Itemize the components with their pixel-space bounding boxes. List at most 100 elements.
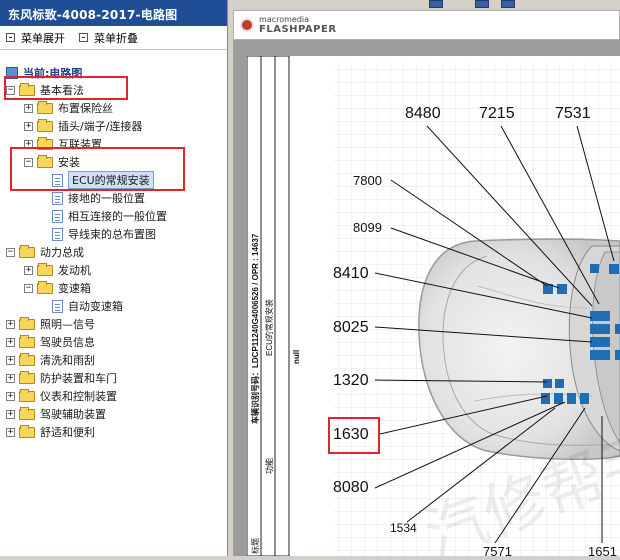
- tree-item-label: 安装: [58, 156, 80, 169]
- expand-toggle-icon[interactable]: +: [6, 355, 15, 365]
- null-text: null: [292, 350, 301, 364]
- tree-item-lighting[interactable]: + 照明—信号: [6, 315, 95, 333]
- expand-toggle-icon[interactable]: +: [6, 427, 15, 437]
- folder-icon: [19, 370, 35, 384]
- tree-item-engine[interactable]: + 发动机: [24, 261, 91, 279]
- document-icon: [52, 191, 63, 205]
- tree-item-label: 布置保险丝: [58, 102, 113, 115]
- ecu-module: [590, 324, 610, 334]
- ecu-module: [615, 350, 620, 360]
- tree-item-label: 相互连接的一般位置: [68, 210, 167, 223]
- expand-toggle-icon[interactable]: +: [6, 337, 15, 347]
- expand-toggle-icon[interactable]: +: [24, 265, 33, 275]
- tree-item-mutual[interactable]: 相互连接的一般位置: [52, 207, 167, 225]
- tree-item-install[interactable]: − 安装: [24, 153, 80, 171]
- tree-item-autogearbox[interactable]: 自动变速箱: [52, 297, 123, 315]
- collapse-toggle-icon[interactable]: −: [6, 247, 15, 257]
- ecu-module: [557, 284, 567, 294]
- tree-item-label: 发动机: [58, 264, 91, 277]
- expand-toggle-icon[interactable]: +: [24, 103, 33, 113]
- tree-item-connectors[interactable]: + 插头/端子/连接器: [24, 117, 142, 135]
- expand-toggle-icon[interactable]: +: [24, 121, 33, 131]
- ecu-module: [554, 393, 563, 404]
- expand-toggle-icon[interactable]: +: [6, 373, 15, 383]
- diagram-root-icon: [6, 67, 18, 79]
- folder-icon: [37, 118, 53, 132]
- page-icon[interactable]: [429, 0, 443, 8]
- tree-item-label: 自动变速箱: [68, 300, 123, 313]
- label-1651: 1651: [588, 544, 617, 556]
- tree-item-label: 插头/端子/连接器: [58, 120, 143, 133]
- title-bottom: 标题: [250, 538, 260, 554]
- collapse-menu-label: 菜单折叠: [94, 31, 138, 45]
- ecu-module: [567, 393, 576, 404]
- label-1534: 1534: [390, 521, 417, 535]
- tree-item-protect[interactable]: + 防护装置和车门: [6, 369, 117, 387]
- expand-toggle-icon[interactable]: +: [6, 409, 15, 419]
- tree-item-powertrain[interactable]: − 动力总成: [6, 243, 84, 261]
- ecu-module: [590, 264, 599, 273]
- tree-item-fuse[interactable]: + 布置保险丝: [24, 99, 113, 117]
- tree-item-basic[interactable]: − 基本看法: [6, 81, 84, 99]
- collapse-toggle-icon[interactable]: −: [24, 157, 33, 167]
- tree-item-comfort[interactable]: + 舒适和便利: [6, 423, 95, 441]
- label-8025: 8025: [333, 319, 369, 336]
- fit-icon[interactable]: [475, 0, 489, 8]
- ecu-module: [541, 393, 550, 404]
- tree-item-assist[interactable]: + 驾驶辅助装置: [6, 405, 106, 423]
- expand-icon: [6, 33, 15, 42]
- tree-item-label: 变速箱: [58, 282, 91, 295]
- expand-toggle-icon[interactable]: +: [6, 391, 15, 401]
- tree-item-label: 驾驶辅助装置: [40, 408, 106, 421]
- expand-toggle-icon[interactable]: +: [6, 319, 15, 329]
- document-icon: [52, 209, 63, 223]
- ecu-module: [580, 393, 589, 404]
- tree-item-ground[interactable]: 接地的一般位置: [52, 189, 145, 207]
- folder-open-icon: [19, 82, 35, 96]
- diagram-page: 车辆识别号码：LDCP11240G4006526 / OPR : 14637 功…: [246, 55, 620, 560]
- tree-item-label: 驾驶员信息: [40, 336, 95, 349]
- tree-item-label: 接地的一般位置: [68, 192, 145, 205]
- label-1630: 1630: [333, 426, 369, 443]
- label-7215: 7215: [479, 105, 515, 122]
- folder-icon: [37, 262, 53, 276]
- document-area[interactable]: 车辆识别号码：LDCP11240G4006526 / OPR : 14637 功…: [233, 40, 620, 560]
- tree-item-ecu[interactable]: ECU的常规安装: [52, 171, 154, 189]
- tree-item-wiring[interactable]: 导线束的总布置图: [52, 225, 156, 243]
- collapse-toggle-icon[interactable]: −: [24, 283, 33, 293]
- folder-icon: [19, 424, 35, 438]
- ecu-module: [609, 264, 619, 274]
- viewer-toolbar: [229, 0, 620, 9]
- expand-menu-button[interactable]: 菜单展开: [6, 30, 65, 46]
- tree-root[interactable]: 当前:电路图: [6, 64, 82, 82]
- tree-item-wash[interactable]: + 清洗和雨刮: [6, 351, 95, 369]
- tree-item-gearbox[interactable]: − 变速箱: [24, 279, 91, 297]
- label-1320: 1320: [333, 372, 369, 389]
- folder-icon: [19, 316, 35, 330]
- folder-icon: [37, 100, 53, 114]
- window-title: 东风标致-4008-2017-电路图: [0, 0, 227, 26]
- func-label: 功能: [264, 458, 274, 474]
- collapse-menu-button[interactable]: 菜单折叠: [79, 30, 138, 46]
- vin-label: 车辆识别号码：LDCP11240G4006526 / OPR : 14637: [250, 233, 260, 424]
- tree-item-label: 动力总成: [40, 246, 84, 259]
- tree-item-label: 仪表和控制装置: [40, 390, 117, 403]
- label-7800: 7800: [353, 173, 382, 188]
- func-value: ECU的常规安装: [264, 299, 274, 356]
- tree-item-driver-info[interactable]: + 驾驶员信息: [6, 333, 95, 351]
- tree-item-label: 清洗和雨刮: [40, 354, 95, 367]
- back-icon[interactable]: [501, 0, 515, 8]
- folder-open-icon: [37, 280, 53, 294]
- expand-toggle-icon[interactable]: +: [24, 139, 33, 149]
- document-icon: [52, 227, 63, 241]
- expand-menu-label: 菜单展开: [21, 31, 65, 45]
- label-8080: 8080: [333, 479, 369, 496]
- document-icon: [52, 173, 63, 187]
- tree-item-interconnect[interactable]: + 互联装置: [24, 135, 102, 153]
- document-icon: [52, 299, 63, 313]
- label-8099: 8099: [353, 220, 382, 235]
- tree-item-dashboard[interactable]: + 仪表和控制装置: [6, 387, 117, 405]
- tree-item-label: 舒适和便利: [40, 426, 95, 439]
- folder-open-icon: [19, 244, 35, 258]
- collapse-toggle-icon[interactable]: −: [6, 85, 15, 95]
